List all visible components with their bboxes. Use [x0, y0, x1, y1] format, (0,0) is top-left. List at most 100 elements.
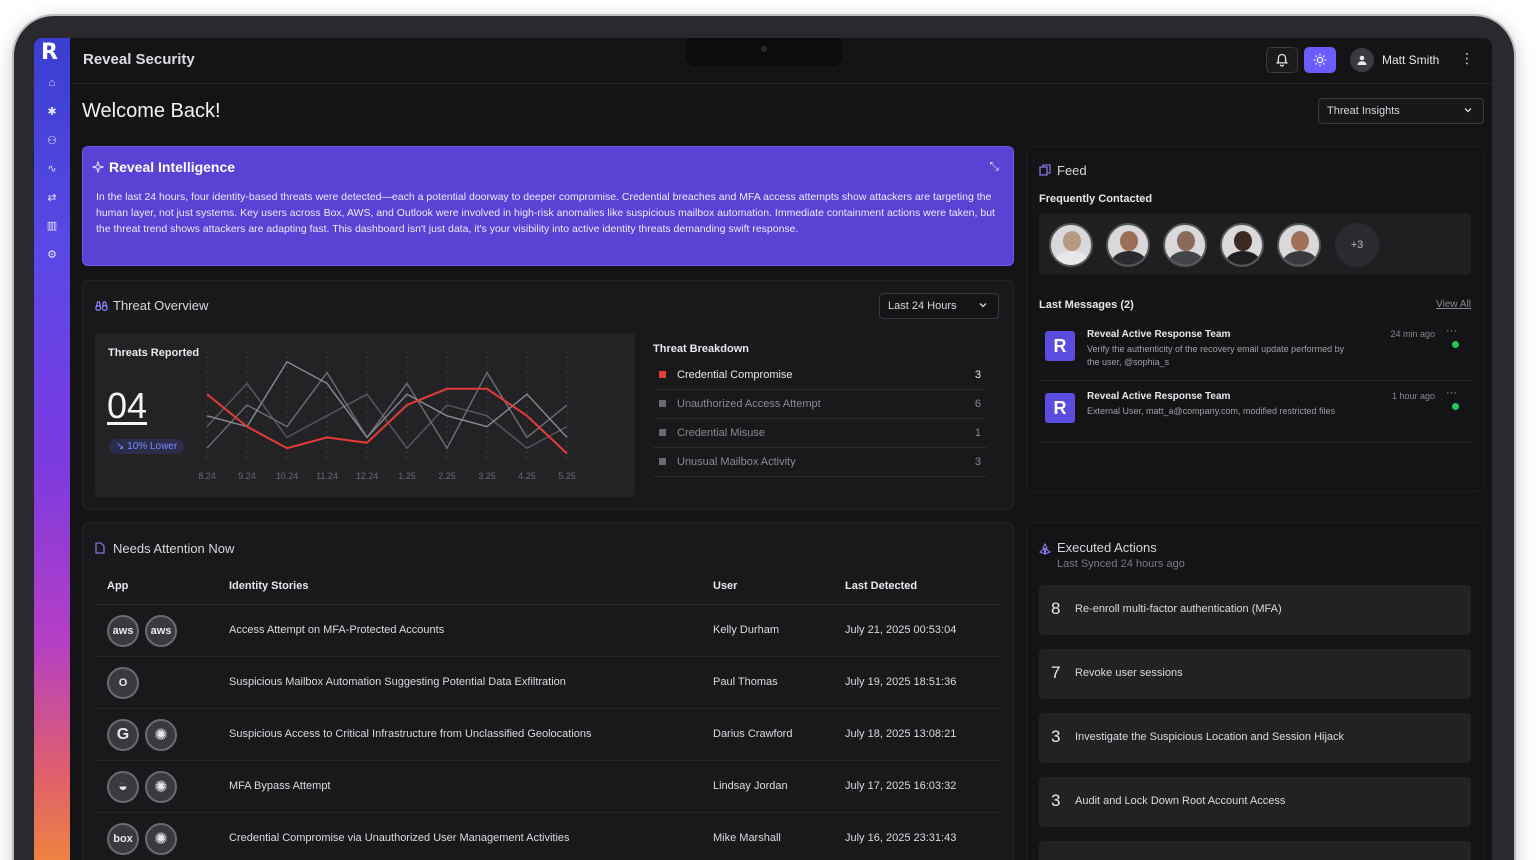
avatar[interactable] — [1163, 223, 1207, 267]
x-tick-label: 2.25 — [438, 471, 456, 481]
reveal-logo-icon: R — [1045, 393, 1075, 423]
bug-icon[interactable]: ✱ — [45, 105, 59, 119]
theme-toggle-button[interactable] — [1304, 47, 1336, 73]
user-cell: Paul Thomas — [713, 676, 778, 688]
needs-attention-panel: Needs Attention Now App Identity Stories… — [82, 522, 1014, 860]
breakdown-item[interactable]: Unusual Mailbox Activity 3 — [653, 448, 987, 477]
breakdown-name: Credential Misuse — [677, 427, 766, 439]
action-item[interactable]: 8 Re-enroll multi-factor authentication (… — [1039, 585, 1471, 635]
message-menu-icon[interactable]: ··· — [1446, 387, 1457, 399]
detected-cell: July 19, 2025 18:51:36 — [845, 676, 957, 688]
time-range-select[interactable]: Last 24 Hours — [879, 293, 999, 319]
identity-story: Suspicious Access to Critical Infrastruc… — [229, 728, 592, 740]
x-tick-label: 5.25 — [558, 471, 576, 481]
x-tick-label: 10.24 — [276, 471, 299, 481]
frequently-contacted-label: Frequently Contacted — [1039, 193, 1153, 205]
identity-story: Suspicious Mailbox Automation Suggesting… — [229, 676, 566, 688]
column-header[interactable]: User — [713, 580, 737, 592]
route-icon[interactable]: ⇄ — [45, 191, 59, 205]
message-item[interactable]: R Reveal Active Response Team Verify the… — [1039, 321, 1471, 381]
breakdown-item[interactable]: Credential Compromise 3 — [653, 361, 987, 390]
settings-icon[interactable]: ⚙ — [45, 248, 59, 262]
more-contacts-button[interactable]: +3 — [1335, 223, 1379, 267]
threat-overview-panel: Threat Overview Last 24 Hours Threats Re… — [82, 280, 1014, 510]
chart-icon[interactable]: ▥ — [45, 219, 59, 233]
action-text: Investigate the Suspicious Location and … — [1075, 731, 1345, 743]
breakdown-count: 3 — [974, 456, 981, 468]
user-cell: Kelly Durham — [713, 624, 780, 636]
detected-cell: July 16, 2025 23:31:43 — [845, 832, 957, 844]
x-tick-label: 12.24 — [356, 471, 379, 481]
message-menu-icon[interactable]: ··· — [1446, 325, 1457, 337]
sidebar: R ⌂ ✱ ⚇ ∿ ⇄ ▥ ⚙ — [34, 38, 70, 860]
breakdown-item[interactable]: Credential Misuse 1 — [653, 419, 987, 448]
action-item[interactable]: 7 Revoke user sessions — [1039, 649, 1471, 699]
last-synced-text: Last Synced 24 hours ago — [1057, 558, 1185, 570]
user-cell: Mike Marshall — [713, 832, 781, 844]
x-tick-label: 11.24 — [316, 471, 338, 481]
action-text: Re-enroll multi-factor authentication (M… — [1075, 603, 1282, 615]
view-select[interactable]: Threat Insights — [1318, 98, 1484, 124]
x-tick-label: 4.25 — [518, 471, 536, 481]
x-tick-label: 8.24 — [199, 471, 216, 481]
table-row[interactable]: G ✺ Suspicious Access to Critical Infras… — [95, 709, 1001, 761]
more-menu-icon[interactable]: ⋮ — [1460, 50, 1474, 67]
user-cell: Darius Crawford — [713, 728, 793, 740]
user-icon[interactable]: ⚇ — [45, 134, 59, 148]
action-item[interactable]: 3 Investigate the Suspicious Location and… — [1039, 713, 1471, 763]
binoculars-icon — [95, 301, 108, 312]
table-header: App Identity Stories User Last Detected — [95, 571, 1001, 605]
view-select-value: Threat Insights — [1327, 105, 1400, 117]
chevron-down-icon — [979, 303, 987, 308]
action-text: Revoke user sessions — [1075, 667, 1183, 679]
column-header[interactable]: Last Detected — [845, 580, 917, 592]
legend-swatch — [659, 371, 666, 378]
breakdown-count: 1 — [974, 427, 981, 439]
camera-notch — [686, 38, 842, 66]
column-header[interactable]: Identity Stories — [229, 580, 308, 592]
table-row[interactable]: box ✺ Credential Compromise via Unauthor… — [95, 813, 1001, 860]
action-item[interactable]: 3 Audit and Lock Down Root Account Access — [1039, 777, 1471, 827]
legend-swatch — [659, 458, 666, 465]
page-title: Welcome Back! — [82, 100, 221, 122]
unread-dot — [1452, 341, 1459, 348]
collapse-icon[interactable]: ⤡ — [989, 159, 999, 174]
detected-cell: July 21, 2025 00:53:04 — [845, 624, 957, 636]
user-avatar[interactable] — [1350, 48, 1374, 72]
column-header[interactable]: App — [107, 580, 128, 592]
brand-title: Reveal Security — [83, 51, 195, 68]
avatar[interactable] — [1106, 223, 1150, 267]
aws-icon: aws — [107, 615, 139, 647]
action-item[interactable] — [1039, 841, 1471, 860]
avatar[interactable] — [1220, 223, 1264, 267]
x-tick-label: 9.24 — [238, 471, 256, 481]
x-tick-label: 1.25 — [398, 471, 416, 481]
activity-icon[interactable]: ∿ — [45, 162, 59, 176]
message-text: Verify the authenticity of the recovery … — [1087, 344, 1345, 367]
breakdown-count: 6 — [974, 398, 981, 410]
avatar[interactable] — [1049, 223, 1093, 267]
avatar[interactable] — [1277, 223, 1321, 267]
logo[interactable]: R — [41, 40, 58, 65]
threats-reported-value: 04 — [107, 385, 148, 426]
home-icon[interactable]: ⌂ — [45, 76, 59, 90]
person-icon — [1357, 55, 1367, 65]
table-row[interactable]: O Suspicious Mailbox Automation Suggesti… — [95, 657, 1001, 709]
google-icon: G — [107, 719, 139, 751]
breakdown-item[interactable]: Unauthorized Access Attempt 6 — [653, 390, 987, 419]
table-row[interactable]: ◒ ✺ MFA Bypass Attempt Lindsay Jordan Ju… — [95, 761, 1001, 813]
reveal-intelligence-card: Reveal Intelligence ⤡ In the last 24 hou… — [82, 146, 1014, 266]
feed-panel: Feed Frequently Contacted +3 Last Messag… — [1026, 146, 1484, 492]
breakdown-name: Unusual Mailbox Activity — [677, 456, 796, 468]
message-item[interactable]: R Reveal Active Response Team External U… — [1039, 383, 1471, 443]
view-all-link[interactable]: View All — [1436, 299, 1471, 310]
message-time: 24 min ago — [1390, 329, 1435, 339]
table-row[interactable]: aws aws Access Attempt on MFA-Protected … — [95, 605, 1001, 657]
message-sender: Reveal Active Response Team — [1087, 391, 1231, 402]
user-name[interactable]: Matt Smith — [1382, 53, 1439, 67]
document-icon — [95, 542, 105, 554]
legend-swatch — [659, 400, 666, 407]
threats-chart-card: Threats Reported 04 ↘ 10% Lower 8.24 9.24… — [95, 333, 635, 497]
bell-icon — [1275, 53, 1289, 67]
notifications-button[interactable] — [1266, 47, 1298, 73]
